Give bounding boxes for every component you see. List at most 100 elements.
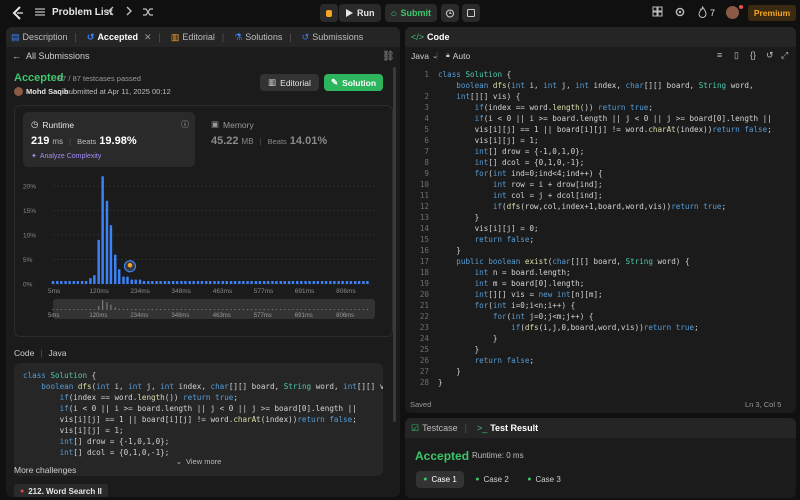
range-tick-label: 234ms <box>130 313 148 319</box>
bookmark-icon[interactable]: ▯ <box>734 50 739 61</box>
tab-editorial[interactable]: ▥ Editorial | <box>166 27 229 47</box>
memory-header[interactable]: ▣ Memory <box>211 119 254 130</box>
code-line[interactable]: if(dfs(row,col,index+1,board,word,vis))r… <box>438 201 726 212</box>
code-line[interactable]: } <box>438 366 461 377</box>
code-line[interactable]: vis[i][j] = 0; <box>438 223 539 234</box>
code-line[interactable]: vis[i][j] == 1 || board[i][j] != word.ch… <box>438 124 772 135</box>
code-line[interactable]: int[] dcol = {0,1,0,-1}; <box>438 157 585 168</box>
run-button[interactable]: Run <box>339 4 381 22</box>
premium-button[interactable]: Premium <box>748 5 796 21</box>
chart-bar <box>337 281 340 284</box>
code-line[interactable]: } <box>438 212 480 223</box>
code-line[interactable]: for(int j=0;j<m;j++) { <box>438 311 594 322</box>
code-line[interactable]: return false; <box>438 234 534 245</box>
code-line[interactable]: public boolean exist(char[][] board, Str… <box>438 256 689 267</box>
code-editor[interactable]: 1 class Solution { boolean dfs(int i, int… <box>405 69 796 394</box>
case-tab-1[interactable]: ● Case 1 <box>416 471 464 488</box>
code-line[interactable]: int col = j + dcol[ind]; <box>438 190 603 201</box>
code-line[interactable]: if(index == word.length()) return true; <box>438 102 653 113</box>
chevron-left-icon[interactable] <box>106 6 120 20</box>
line-number: 2 <box>424 92 429 101</box>
username[interactable]: Mohd Saqib <box>26 87 69 96</box>
code-line[interactable]: int row = i + drow[ind]; <box>438 179 603 190</box>
code-line[interactable]: int[][] vis = new int[n][m]; <box>438 289 603 300</box>
range-bar <box>114 307 116 310</box>
range-bar <box>230 309 232 310</box>
line-number: 11 <box>419 191 429 200</box>
notes-button[interactable] <box>462 4 480 22</box>
code-line[interactable]: vis[i][j] = 1; <box>438 135 539 146</box>
user-avatar[interactable] <box>14 87 23 96</box>
share-link-icon[interactable]: ⛓ <box>382 51 395 62</box>
code-line[interactable]: return false; <box>438 355 534 366</box>
tab-test-result[interactable]: >_ Test Result <box>472 418 543 438</box>
code-line[interactable]: for(int ind=0;ind<4;ind++) { <box>438 168 603 179</box>
code-line[interactable]: int[][] vis) { <box>438 91 520 102</box>
code-line[interactable]: int[] drow = {-1,0,1,0}; <box>438 146 585 157</box>
avatar[interactable] <box>726 6 739 19</box>
language-select[interactable]: Java ⌄ <box>411 51 438 61</box>
submit-label: Submit <box>400 8 432 18</box>
leetcode-logo-icon[interactable] <box>10 5 26 21</box>
fire-icon[interactable] <box>697 5 711 20</box>
code-line[interactable]: if(dfs(i,j,0,board,word,vis))return true… <box>438 322 699 333</box>
code-line[interactable]: } <box>438 333 498 344</box>
fullscreen-icon[interactable]: ⤢ <box>781 50 788 61</box>
code-line[interactable]: if(i < 0 || i >= board.length || j < 0 |… <box>438 113 772 124</box>
code-line[interactable]: } <box>438 245 461 256</box>
gear-icon[interactable] <box>674 6 688 20</box>
more-challenge-item[interactable]: ● 212. Word Search II <box>14 484 108 497</box>
scrollbar[interactable] <box>393 67 396 422</box>
close-icon[interactable]: ✕ <box>144 32 152 43</box>
solution-button[interactable]: ✎ Solution <box>324 74 383 91</box>
tab-description[interactable]: ▤ Description | <box>6 27 82 47</box>
y-tick-label: 20% <box>23 184 36 191</box>
code-line[interactable]: int n = board.length; <box>438 267 571 278</box>
code-line[interactable]: class Solution { <box>438 69 511 80</box>
reset-icon[interactable]: ↺ <box>766 50 774 61</box>
info-icon[interactable]: ⓘ <box>181 119 189 130</box>
runtime-distribution-chart[interactable]: 20% 15% 10% 5% 0% 5ms 120ms 234ms 348ms 463ms 577m… <box>15 176 394 336</box>
all-submissions-link[interactable]: ← All Submissions <box>12 51 90 61</box>
code-line[interactable]: } <box>438 344 480 355</box>
tab-accepted[interactable]: ↺ Accepted ✕ | <box>82 27 166 47</box>
layout-grid-icon[interactable] <box>652 6 666 20</box>
line-number: 20 <box>419 290 429 299</box>
tab-testcase[interactable]: ☑ Testcase | <box>405 418 472 438</box>
auto-mode-toggle[interactable]: 🔒︎ Auto <box>446 51 470 61</box>
tab-solutions[interactable]: ⚗ Solutions | <box>229 27 296 47</box>
case-tab-3[interactable]: ● Case 3 <box>520 471 568 488</box>
code-line[interactable]: int m = board[0].length; <box>438 278 585 289</box>
format-icon[interactable]: ≡ <box>717 50 722 60</box>
chart-bar <box>109 225 113 284</box>
tab-submissions[interactable]: ↺ Submissions <box>297 27 369 47</box>
left-tab-bar: ▤ Description | ↺ Accepted ✕ | ▥ Editori… <box>6 27 400 47</box>
x-tick-label: 5ms <box>48 288 61 295</box>
code-line[interactable]: boolean dfs(int i, int j, int index, cha… <box>438 80 753 91</box>
range-bar <box>126 309 129 310</box>
problem-list-link[interactable]: Problem List <box>52 7 113 18</box>
list-icon[interactable] <box>34 6 48 20</box>
range-bar <box>197 309 199 310</box>
chart-bar <box>233 281 237 284</box>
analyze-complexity-link[interactable]: ✦ Analyze Complexity <box>31 152 101 161</box>
shuffle-icon[interactable] <box>142 6 156 20</box>
code-line[interactable]: } <box>438 377 443 388</box>
chart-bar <box>357 281 361 284</box>
chart-bar <box>155 281 158 284</box>
code-brackets-icon: </> <box>411 32 425 42</box>
debug-button[interactable] <box>320 4 338 22</box>
chart-bar <box>312 281 316 284</box>
chart-bar <box>167 281 171 284</box>
case-tab-2[interactable]: ● Case 2 <box>468 471 516 488</box>
code-line[interactable]: for(int i=0;i<n;i++) { <box>438 300 576 311</box>
editorial-button[interactable]: ▥ Editorial <box>260 74 319 91</box>
range-bar <box>338 309 340 310</box>
chevron-right-icon[interactable] <box>124 6 138 20</box>
tab-code[interactable]: </> Code <box>405 27 455 47</box>
braces-icon[interactable]: {} <box>750 50 756 60</box>
timer-button[interactable] <box>441 4 459 22</box>
editorial-button-label: Editorial <box>280 77 311 88</box>
code-preview-line: if(i < 0 || i >= board.length || j < 0 |… <box>59 404 357 413</box>
submit-button[interactable]: Submit <box>385 4 437 22</box>
